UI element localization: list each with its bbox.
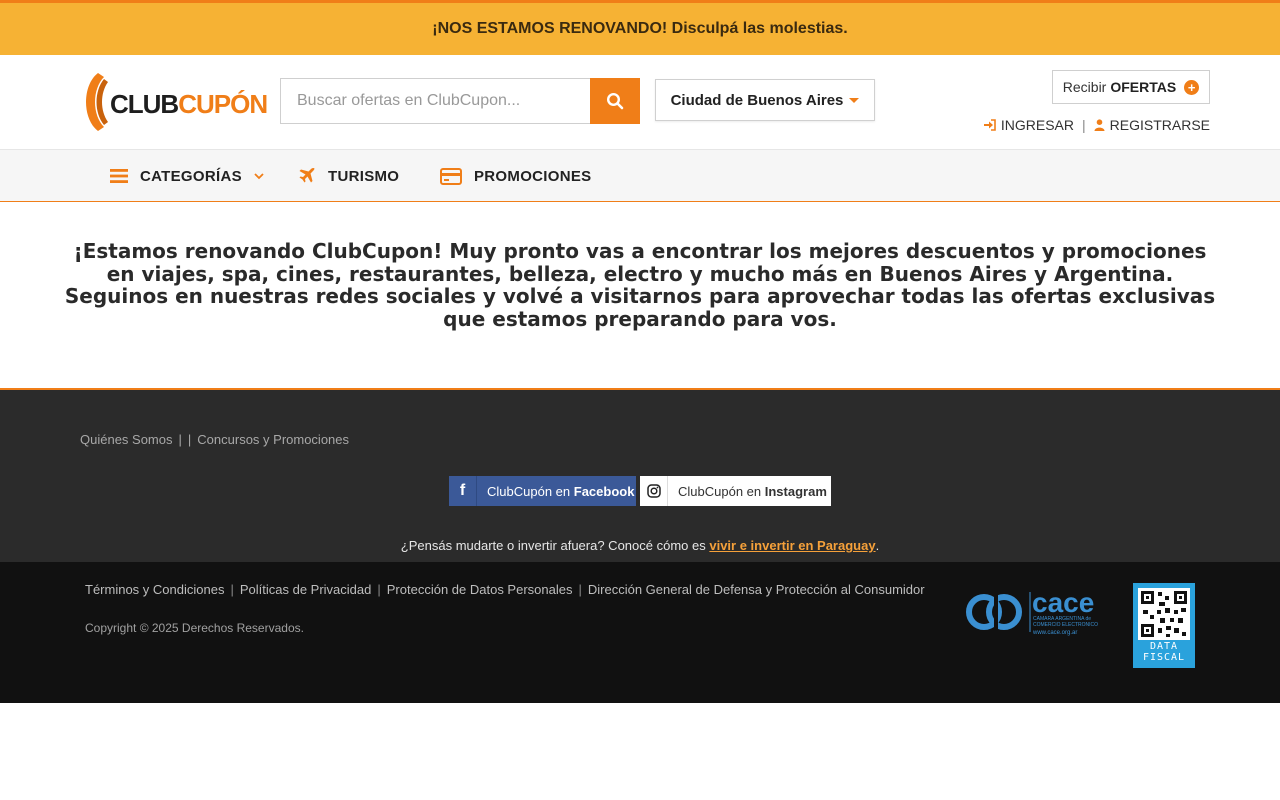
facebook-button[interactable]: f ClubCupón en Facebook	[449, 476, 636, 506]
renovation-banner: ¡NOS ESTAMOS RENOVANDO! Disculpá las mol…	[0, 3, 1280, 55]
auth-links: INGRESAR | REGISTRARSE	[983, 117, 1210, 133]
nav-label-categorias: CATEGORÍAS	[140, 167, 242, 185]
footer-link-separator: |	[187, 432, 192, 447]
banner-text: ¡NOS ESTAMOS RENOVANDO! Disculpá las mol…	[432, 20, 848, 37]
receive-offers-prefix: Recibir	[1062, 79, 1107, 95]
footer-link-quienes-somos[interactable]: Quiénes Somos	[80, 432, 173, 447]
footer-links: Quiénes Somos | | Concursos y Promocione…	[80, 432, 349, 447]
legal-separator: |	[377, 582, 381, 597]
auth-separator: |	[1082, 117, 1086, 133]
logo-text-cupon: CUPÓN	[178, 89, 268, 119]
paraguay-link[interactable]: vivir e invertir en Paraguay	[709, 538, 875, 553]
site-header: CLUBCUPÓN Ciudad de Buenos Aires Recibir…	[0, 55, 1280, 149]
chevron-down-icon	[254, 172, 264, 179]
legal-link-defensa-consumidor[interactable]: Dirección General de Defensa y Protecció…	[588, 582, 925, 597]
chevron-down-icon	[849, 97, 860, 103]
data-fiscal-line2: FISCAL	[1142, 652, 1186, 663]
sign-in-icon	[983, 119, 996, 131]
footer-link-separator: |	[178, 432, 182, 447]
legal-link-terminos[interactable]: Términos y Condiciones	[85, 582, 224, 597]
city-selected-label: Ciudad de Buenos Aires	[670, 91, 844, 109]
nav-label-promociones: PROMOCIONES	[474, 167, 592, 185]
credit-card-icon	[440, 167, 462, 185]
nav-item-turismo[interactable]: TURISMO	[298, 150, 399, 202]
search-icon	[606, 92, 624, 110]
login-label: INGRESAR	[1000, 117, 1074, 133]
instagram-label-prefix: ClubCupón en	[678, 483, 762, 499]
legal-links: Términos y Condiciones | Políticas de Pr…	[85, 582, 925, 597]
legal-link-datos-personales[interactable]: Protección de Datos Personales	[387, 582, 573, 597]
receive-offers-strong: OFERTAS	[1110, 79, 1177, 95]
cace-url: www.cace.org.ar	[1032, 630, 1077, 636]
instagram-button[interactable]: ClubCupón en Instagram	[640, 476, 831, 506]
social-buttons: f ClubCupón en Facebook ClubCupón en Ins…	[449, 476, 831, 506]
menu-icon	[110, 169, 128, 183]
instagram-label: ClubCupón en Instagram	[668, 484, 827, 499]
qr-code-icon	[1138, 588, 1190, 640]
search-button[interactable]	[590, 78, 640, 124]
legal-footer: Términos y Condiciones | Políticas de Pr…	[0, 562, 1280, 703]
login-link[interactable]: INGRESAR	[983, 117, 1074, 133]
facebook-icon: f	[449, 476, 477, 506]
renovation-message: ¡Estamos renovando ClubCupon! Muy pronto…	[64, 239, 1216, 331]
search-input[interactable]	[280, 78, 590, 124]
legal-link-privacidad[interactable]: Políticas de Privacidad	[240, 582, 372, 597]
paraguay-notice: ¿Pensás mudarte o invertir afuera? Conoc…	[0, 538, 1280, 553]
plane-icon	[299, 167, 315, 183]
city-selector[interactable]: Ciudad de Buenos Aires	[655, 79, 875, 121]
nav-label-turismo: TURISMO	[328, 167, 400, 185]
facebook-label: ClubCupón en Facebook	[477, 484, 634, 499]
data-fiscal-line1: DATA	[1149, 641, 1179, 652]
facebook-label-prefix: ClubCupón en	[487, 483, 571, 499]
footer-link-concursos[interactable]: Concursos y Promociones	[197, 432, 349, 447]
receive-offers-button[interactable]: Recibir OFERTAS +	[1052, 70, 1210, 104]
instagram-label-strong: Instagram	[764, 483, 827, 499]
copyright: Copyright © 2025 Derechos Reservados.	[85, 621, 304, 635]
register-label: REGISTRARSE	[1109, 117, 1210, 133]
user-icon	[1094, 119, 1105, 131]
instagram-icon	[640, 476, 668, 506]
plus-circle-icon: +	[1184, 79, 1200, 95]
data-fiscal-label: DATA FISCAL	[1133, 641, 1195, 663]
search-bar	[280, 78, 640, 124]
legal-separator: |	[230, 582, 234, 597]
clubcupon-logo[interactable]: CLUBCUPÓN	[80, 71, 268, 133]
paraguay-suffix: .	[875, 538, 880, 553]
facebook-label-strong: Facebook	[573, 483, 635, 499]
nav-item-promociones[interactable]: PROMOCIONES	[440, 150, 591, 202]
paraguay-text: ¿Pensás mudarte o invertir afuera? Conoc…	[400, 538, 706, 553]
data-fiscal-qr[interactable]: DATA FISCAL	[1133, 583, 1195, 668]
nav-item-categorias[interactable]: CATEGORÍAS	[110, 150, 264, 202]
cace-line2: COMERCIO ELECTRONICO	[1033, 622, 1098, 628]
cace-name: cace	[1032, 588, 1094, 618]
cace-logo[interactable]: cace CAMARA ARGENTINA de COMERCIO ELECTR…	[966, 588, 1114, 638]
legal-separator: |	[578, 582, 582, 597]
site-footer: Quiénes Somos | | Concursos y Promocione…	[0, 388, 1280, 562]
main-nav: CATEGORÍAS TURISMO PROMOCIONES	[0, 149, 1280, 202]
logo-text: CLUBCUPÓN	[110, 89, 268, 120]
logo-text-club: CLUB	[110, 89, 179, 119]
register-link[interactable]: REGISTRARSE	[1094, 117, 1210, 133]
